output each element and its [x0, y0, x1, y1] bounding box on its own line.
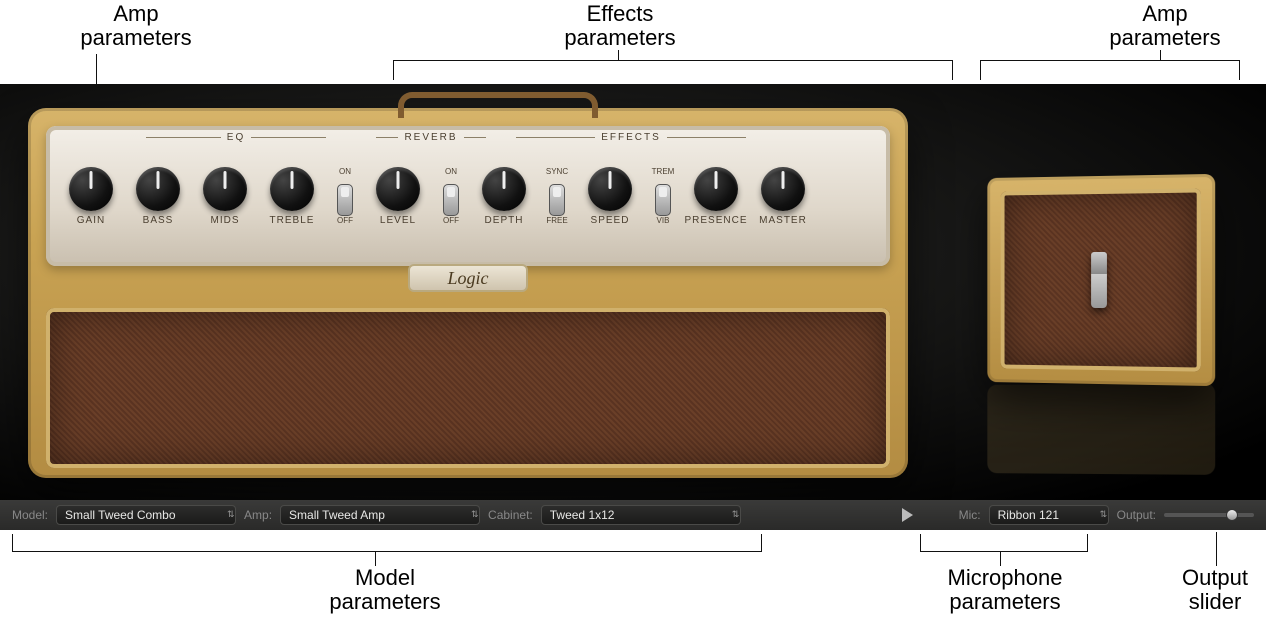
- rotary-knob-icon: [136, 167, 180, 211]
- switch-effects-on[interactable]: ON OFF: [434, 167, 468, 225]
- callout-bracket-model: [12, 534, 762, 552]
- callout-mic: Microphoneparameters: [920, 566, 1090, 614]
- amp-handle-icon: [398, 92, 598, 118]
- switch-on-label: ON: [339, 167, 351, 176]
- knob-mids[interactable]: MIDS: [194, 167, 256, 226]
- knob-label: MIDS: [211, 215, 240, 226]
- cabinet-reflection: [987, 383, 1215, 475]
- switch-off-label: OFF: [443, 216, 459, 225]
- toggle-switch-icon: [443, 184, 459, 216]
- knob-speed[interactable]: SPEED: [579, 167, 641, 226]
- section-eq: EQ: [146, 132, 326, 143]
- knob-label: TREBLE: [270, 215, 315, 226]
- callout-line: [1000, 552, 1001, 566]
- callout-line: [375, 552, 376, 566]
- switch-free-label: FREE: [546, 216, 567, 225]
- knob-bass[interactable]: BASS: [127, 167, 189, 226]
- callout-line: [1160, 50, 1161, 60]
- rotary-knob-icon: [270, 167, 314, 211]
- callout-amp-left: Ampparameters: [66, 2, 206, 50]
- model-dropdown[interactable]: Small Tweed Combo: [56, 505, 236, 525]
- speaker-cabinet[interactable]: [987, 174, 1215, 386]
- rotary-knob-icon: [588, 167, 632, 211]
- rotary-knob-icon: [376, 167, 420, 211]
- rotary-knob-icon: [761, 167, 805, 211]
- switch-sync[interactable]: SYNC FREE: [540, 167, 574, 225]
- rotary-knob-icon: [694, 167, 738, 211]
- switch-vib-label: VIB: [657, 216, 670, 225]
- mic-label: Mic:: [959, 508, 981, 522]
- callout-effects: Effectsparameters: [540, 2, 700, 50]
- rotary-knob-icon: [482, 167, 526, 211]
- knob-depth[interactable]: DEPTH: [473, 167, 535, 226]
- slider-thumb-icon: [1226, 509, 1238, 521]
- cabinet-dropdown[interactable]: Tweed 1x12: [541, 505, 741, 525]
- output-slider[interactable]: [1164, 513, 1254, 517]
- parameter-bar: Model: Small Tweed Combo Amp: Small Twee…: [0, 500, 1266, 530]
- toggle-switch-icon: [337, 184, 353, 216]
- knob-label: GAIN: [77, 215, 105, 226]
- knob-label: BASS: [143, 215, 174, 226]
- callout-model: Modelparameters: [310, 566, 460, 614]
- section-effects: EFFECTS: [516, 132, 746, 143]
- cabinet-label: Cabinet:: [488, 508, 533, 522]
- toggle-switch-icon: [549, 184, 565, 216]
- amp-stage: EQ REVERB EFFECTS GAIN BASS MIDS TREBLE: [0, 84, 1266, 500]
- output-label: Output:: [1117, 508, 1156, 522]
- knob-master[interactable]: MASTER: [752, 167, 814, 226]
- knob-label: DEPTH: [485, 215, 524, 226]
- switch-off-label: OFF: [337, 216, 353, 225]
- knob-label: PRESENCE: [685, 215, 748, 226]
- switch-reverb[interactable]: ON OFF: [328, 167, 362, 225]
- amp-head: EQ REVERB EFFECTS GAIN BASS MIDS TREBLE: [28, 108, 908, 478]
- speaker-grille: [46, 308, 890, 468]
- toggle-switch-icon: [655, 184, 671, 216]
- knob-treble[interactable]: TREBLE: [261, 167, 323, 226]
- brand-badge: Logic: [408, 264, 528, 292]
- switch-on-label: ON: [445, 167, 457, 176]
- switch-trem-vib[interactable]: TREM VIB: [646, 167, 680, 225]
- amp-label: Amp:: [244, 508, 272, 522]
- knob-label: SPEED: [591, 215, 630, 226]
- callout-output: Outputslider: [1170, 566, 1260, 614]
- play-icon[interactable]: [902, 508, 913, 522]
- cabinet-grille: [1001, 188, 1201, 371]
- callout-bracket-mic: [920, 534, 1088, 552]
- callout-bracket-effects: [393, 60, 953, 80]
- callout-amp-right: Ampparameters: [1090, 2, 1240, 50]
- knob-label: LEVEL: [380, 215, 416, 226]
- callout-line: [1216, 532, 1217, 566]
- amp-dropdown[interactable]: Small Tweed Amp: [280, 505, 480, 525]
- rotary-knob-icon: [69, 167, 113, 211]
- knob-gain[interactable]: GAIN: [60, 167, 122, 226]
- rotary-knob-icon: [203, 167, 247, 211]
- mic-dropdown[interactable]: Ribbon 121: [989, 505, 1109, 525]
- microphone-icon[interactable]: [1091, 252, 1107, 308]
- knob-presence[interactable]: PRESENCE: [685, 167, 747, 226]
- knob-label: MASTER: [759, 215, 807, 226]
- model-label: Model:: [12, 508, 48, 522]
- callout-line: [618, 50, 619, 60]
- switch-trem-label: TREM: [652, 167, 675, 176]
- knob-reverb-level[interactable]: LEVEL: [367, 167, 429, 226]
- amp-control-panel: EQ REVERB EFFECTS GAIN BASS MIDS TREBLE: [46, 126, 890, 266]
- section-reverb: REVERB: [376, 132, 486, 143]
- switch-sync-label: SYNC: [546, 167, 568, 176]
- callout-bracket-cab: [980, 60, 1240, 80]
